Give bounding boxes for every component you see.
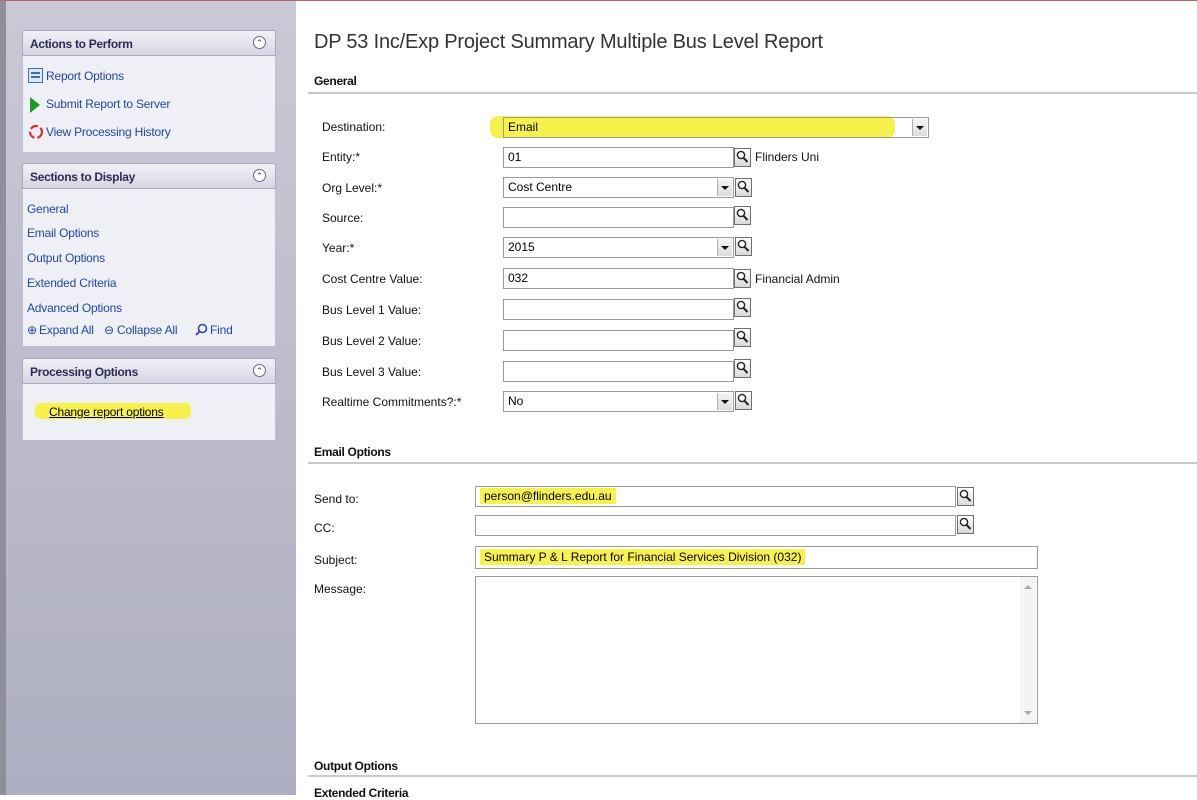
destination-select[interactable]: Email (503, 117, 929, 138)
chevron-down-icon[interactable] (717, 239, 732, 256)
year-select[interactable]: 2015 (503, 237, 734, 258)
section-title-output-options: Output Options (314, 759, 398, 773)
search-icon[interactable] (735, 178, 752, 197)
section-title-extended-criteria: Extended Criteria (314, 786, 409, 800)
expand-all-icon: ⊕ (27, 323, 38, 337)
find-icon (195, 323, 208, 339)
expand-all-link[interactable]: Expand All (39, 323, 94, 337)
collapse-icon[interactable]: ⌃ (253, 36, 266, 49)
actions-panel-title: Actions to Perform (30, 37, 133, 51)
subject-label: Subject: (314, 553, 358, 567)
search-icon[interactable] (734, 298, 751, 317)
section-link-output-options[interactable]: Output Options (27, 251, 105, 265)
collapse-all-link[interactable]: Collapse All (117, 323, 178, 337)
cc-input[interactable] (475, 515, 956, 536)
search-icon[interactable] (734, 148, 751, 167)
cost-centre-label: Cost Centre Value: (322, 272, 423, 286)
bus-level-1-input[interactable] (503, 299, 734, 320)
source-input[interactable] (503, 207, 734, 228)
entity-value: 01 (508, 150, 522, 164)
section-link-advanced-options[interactable]: Advanced Options (27, 301, 122, 315)
sections-panel-body: General Email Options Output Options Ext… (22, 189, 276, 346)
submit-report-link[interactable]: Submit Report to Server (46, 97, 170, 111)
send-to-value: person@flinders.edu.au (480, 488, 616, 504)
entity-description: Flinders Uni (755, 150, 820, 164)
collapse-icon[interactable]: ⌃ (253, 364, 266, 377)
change-report-options-link[interactable]: Change report options (49, 405, 164, 419)
section-divider (308, 462, 1197, 464)
entity-input[interactable]: 01 (503, 147, 734, 168)
year-value: 2015 (508, 240, 535, 254)
report-options-icon (28, 68, 43, 83)
scroll-down-icon[interactable] (1024, 711, 1032, 715)
actions-panel-body: Report Options Submit Report to Server V… (22, 56, 276, 152)
cc-label: CC: (314, 521, 335, 535)
destination-value: Email (508, 120, 539, 134)
processing-panel-header[interactable]: Processing Options ⌃ (22, 358, 276, 384)
bus-level-3-input[interactable] (503, 361, 734, 382)
section-title-general: General (314, 74, 357, 88)
subject-value: Summary P & L Report for Financial Servi… (480, 549, 806, 565)
realtime-commitments-label: Realtime Commitments?:* (322, 395, 462, 409)
chevron-down-icon[interactable] (717, 393, 732, 410)
chevron-down-icon[interactable] (717, 179, 732, 196)
view-history-link[interactable]: View Processing History (46, 125, 171, 139)
processing-panel-body: Change report options (22, 384, 276, 440)
chevron-down-icon[interactable] (912, 119, 927, 136)
search-icon[interactable] (734, 269, 751, 288)
search-icon[interactable] (734, 328, 751, 347)
bus-level-2-label: Bus Level 2 Value: (322, 334, 422, 348)
message-textarea[interactable] (475, 576, 1038, 724)
play-icon (30, 97, 40, 113)
sections-panel-title: Sections to Display (30, 170, 135, 184)
sections-panel-header[interactable]: Sections to Display ⌃ (22, 163, 276, 189)
cost-centre-value: 032 (508, 271, 529, 285)
section-divider (308, 775, 1197, 777)
org-level-value: Cost Centre (508, 180, 573, 194)
search-icon[interactable] (957, 487, 974, 506)
message-label: Message: (314, 582, 367, 596)
processing-panel-title: Processing Options (30, 365, 138, 379)
collapse-all-icon: ⊖ (104, 323, 115, 337)
find-link[interactable]: Find (210, 323, 233, 337)
message-scrollbar[interactable] (1020, 577, 1036, 723)
cost-centre-input[interactable]: 032 (503, 268, 734, 289)
section-link-email-options[interactable]: Email Options (27, 226, 99, 240)
realtime-commitments-select[interactable]: No (503, 391, 734, 412)
search-icon[interactable] (957, 515, 974, 534)
page-title: DP 53 Inc/Exp Project Summary Multiple B… (314, 31, 823, 53)
cost-centre-description: Financial Admin (755, 272, 840, 286)
year-label: Year:* (322, 241, 355, 255)
collapse-icon[interactable]: ⌃ (253, 169, 266, 182)
entity-label: Entity:* (322, 150, 361, 164)
section-divider (308, 92, 1197, 94)
report-options-link[interactable]: Report Options (46, 69, 124, 83)
org-level-label: Org Level:* (322, 181, 383, 195)
bus-level-1-label: Bus Level 1 Value: (322, 303, 422, 317)
realtime-commitments-value: No (508, 394, 524, 408)
bus-level-2-input[interactable] (503, 330, 734, 351)
section-title-email-options: Email Options (314, 445, 391, 459)
actions-panel-header[interactable]: Actions to Perform ⌃ (22, 30, 276, 56)
send-to-label[interactable]: Send to: (314, 492, 359, 506)
send-to-input[interactable]: person@flinders.edu.au (475, 486, 956, 507)
history-icon (28, 124, 44, 143)
scroll-up-icon[interactable] (1024, 585, 1032, 589)
org-level-select[interactable]: Cost Centre (503, 177, 734, 198)
bus-level-3-label: Bus Level 3 Value: (322, 365, 422, 379)
search-icon[interactable] (734, 359, 751, 378)
source-label: Source: (322, 211, 364, 225)
destination-label: Destination: (322, 120, 386, 134)
subject-input[interactable]: Summary P & L Report for Financial Servi… (475, 546, 1038, 569)
search-icon[interactable] (735, 237, 752, 256)
search-icon[interactable] (735, 391, 752, 410)
section-link-general[interactable]: General (27, 202, 68, 216)
section-link-extended-criteria[interactable]: Extended Criteria (27, 276, 117, 290)
search-icon[interactable] (734, 206, 751, 225)
